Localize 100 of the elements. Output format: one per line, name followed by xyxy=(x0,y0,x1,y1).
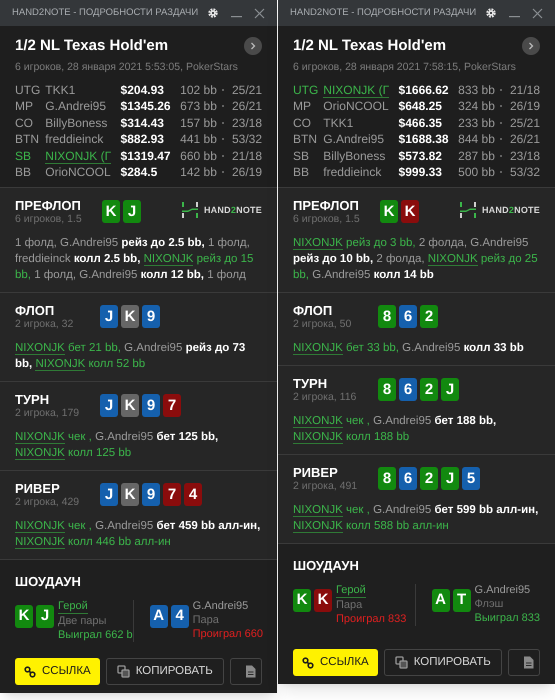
minimize-icon xyxy=(509,16,520,18)
player-name: TKK1 xyxy=(323,116,354,130)
stack-amount: $999.33 xyxy=(398,164,443,181)
player-link[interactable]: NIXONJK xyxy=(293,431,343,444)
big-blinds: 441 bb xyxy=(180,131,218,148)
action-log: NIXONJK чек , G.Andrei95 бет 459 bb алл-ин, NIXONJK колл 446 bb алл-ин xyxy=(15,519,262,550)
player-name[interactable]: NIXONJK (Г xyxy=(45,148,112,164)
big-blinds: 233 bb xyxy=(458,114,496,132)
stack-amount: $1345.26 xyxy=(120,98,172,115)
hand-info: 6 игроков, 28 января 2021 5:53:05, PokerStars xyxy=(15,60,239,74)
playing-card: 9 xyxy=(142,305,160,328)
player-stats: 26/21 xyxy=(232,98,262,115)
player-link[interactable]: NIXONJK xyxy=(293,520,343,534)
showdown-title: ШОУДАУН xyxy=(293,557,360,576)
player-link[interactable]: NIXONJK xyxy=(15,536,65,550)
player-link[interactable]: NIXONJK xyxy=(293,504,343,518)
position-label: UTG xyxy=(293,82,320,98)
player-link[interactable]: NIXONJK xyxy=(144,253,194,266)
player-link[interactable]: NIXONJK xyxy=(15,520,65,534)
playing-card: 6 xyxy=(399,378,417,402)
action-log: NIXONJK бет 21 bb, G.Andrei95 рейз до 73 bb, NIXONJK колл 52 bb xyxy=(15,341,246,372)
big-blinds: 142 bb xyxy=(180,164,218,181)
chevron-icon xyxy=(527,42,535,50)
playing-card: J xyxy=(36,604,54,628)
player-name: G.Andrei95 xyxy=(474,584,530,597)
big-blinds: 287 bb xyxy=(458,148,496,164)
playing-card: 6 xyxy=(399,467,417,490)
player-stats: 26/19 xyxy=(510,98,540,115)
minimize-icon xyxy=(231,16,242,18)
big-blinds: 833 bb xyxy=(458,82,496,98)
player-name: G.Andrei95 xyxy=(45,99,106,113)
copy-button[interactable]: КОПИРОВАТЬ xyxy=(106,658,224,685)
player-link[interactable]: NIXONJK xyxy=(293,342,343,356)
playing-card: 4 xyxy=(170,604,189,628)
hand-info: 6 игроков, 28 января 2021 7:58:15, PokerStars xyxy=(293,60,517,74)
playing-card: K xyxy=(121,305,139,328)
player-link[interactable]: NIXONJK xyxy=(35,358,86,372)
street-title: ПРЕФЛОП xyxy=(15,198,82,214)
player-name: G.Andrei95 xyxy=(323,132,384,146)
next-button[interactable] xyxy=(522,37,540,56)
close-icon xyxy=(532,8,543,18)
playing-card: 8 xyxy=(378,467,396,490)
copy-button[interactable]: КОПИРОВАТЬ xyxy=(384,649,502,676)
street-info: 2 игрока, 491 xyxy=(293,480,358,494)
playing-card: K xyxy=(121,394,139,418)
street-title: ФЛОП xyxy=(293,303,334,318)
player-link[interactable]: NIXONJK xyxy=(15,342,65,356)
player-link[interactable]: NIXONJK xyxy=(293,237,343,250)
close-icon xyxy=(254,8,265,18)
player-name[interactable]: Герой xyxy=(58,600,88,614)
document-button[interactable] xyxy=(508,649,540,676)
big-blinds: 500 bb xyxy=(458,164,496,181)
stack-amount: $204.93 xyxy=(120,82,165,98)
playing-card: J xyxy=(100,305,118,328)
next-button[interactable] xyxy=(244,37,262,56)
stack-amount: $466.35 xyxy=(398,114,443,132)
big-blinds: 157 bb xyxy=(180,114,218,132)
playing-card: K xyxy=(15,604,33,628)
copy-icon xyxy=(116,665,130,678)
big-blinds: 844 bb xyxy=(458,131,496,148)
playing-card: J xyxy=(441,378,459,402)
hand-rank: Пара xyxy=(336,598,364,612)
playing-card: K xyxy=(121,483,139,506)
big-blinds: 102 bb xyxy=(180,82,218,98)
player-link[interactable]: NIXONJK xyxy=(15,431,65,444)
big-blinds: 324 bb xyxy=(458,98,496,115)
player-link[interactable]: NIXONJK xyxy=(428,253,478,266)
playing-card: 9 xyxy=(142,394,160,418)
hand-rank: Пара xyxy=(192,614,220,627)
result-text: Выиграл 833 xyxy=(474,612,540,625)
player-name: OrioNCOOL xyxy=(45,165,111,179)
street-info: 6 игроков, 1.5 xyxy=(15,213,83,226)
link-button[interactable]: ССЫЛКА xyxy=(15,658,100,685)
action-log: NIXONJK рейз до 3 bb, 2 фолда, G.Andrei95 рейз до 10 bb, 2 фолда, NIXONJK рейз до 25 bb, G.Andrei95 колл 14 bb xyxy=(293,236,539,284)
playing-card: 4 xyxy=(184,483,202,506)
player-stats: 25/21 xyxy=(232,82,262,98)
stack-amount: $882.93 xyxy=(120,131,165,148)
position-label: BTN xyxy=(15,131,40,148)
player-name[interactable]: Герой xyxy=(336,584,366,598)
playing-card: 8 xyxy=(378,378,396,402)
stack-amount: $648.25 xyxy=(398,98,443,115)
player-stats: 53/32 xyxy=(510,164,540,181)
link-button[interactable]: ССЫЛКА xyxy=(293,649,378,676)
player-name: BillyBoness xyxy=(45,116,108,130)
playing-card: 6 xyxy=(399,305,417,328)
document-icon xyxy=(522,656,534,669)
hand-rank: Флэш xyxy=(474,598,504,611)
action-log: NIXONJK бет 33 bb, G.Andrei95 колл 33 bb xyxy=(293,341,525,356)
settings-icon xyxy=(207,7,219,19)
playing-card: 5 xyxy=(462,467,480,490)
player-link[interactable]: NIXONJK xyxy=(15,447,65,460)
player-link[interactable]: NIXONJK xyxy=(293,415,343,428)
stack-amount: $1688.38 xyxy=(398,131,450,148)
playing-card: J xyxy=(100,483,118,506)
player-name: TKK1 xyxy=(45,82,76,96)
result-text: Проиграл 660 xyxy=(192,628,264,641)
stack-amount: $1666.62 xyxy=(398,82,450,98)
player-name[interactable]: NIXONJK (Г xyxy=(323,82,390,98)
chevron-icon xyxy=(249,42,257,50)
document-button[interactable] xyxy=(230,658,262,685)
